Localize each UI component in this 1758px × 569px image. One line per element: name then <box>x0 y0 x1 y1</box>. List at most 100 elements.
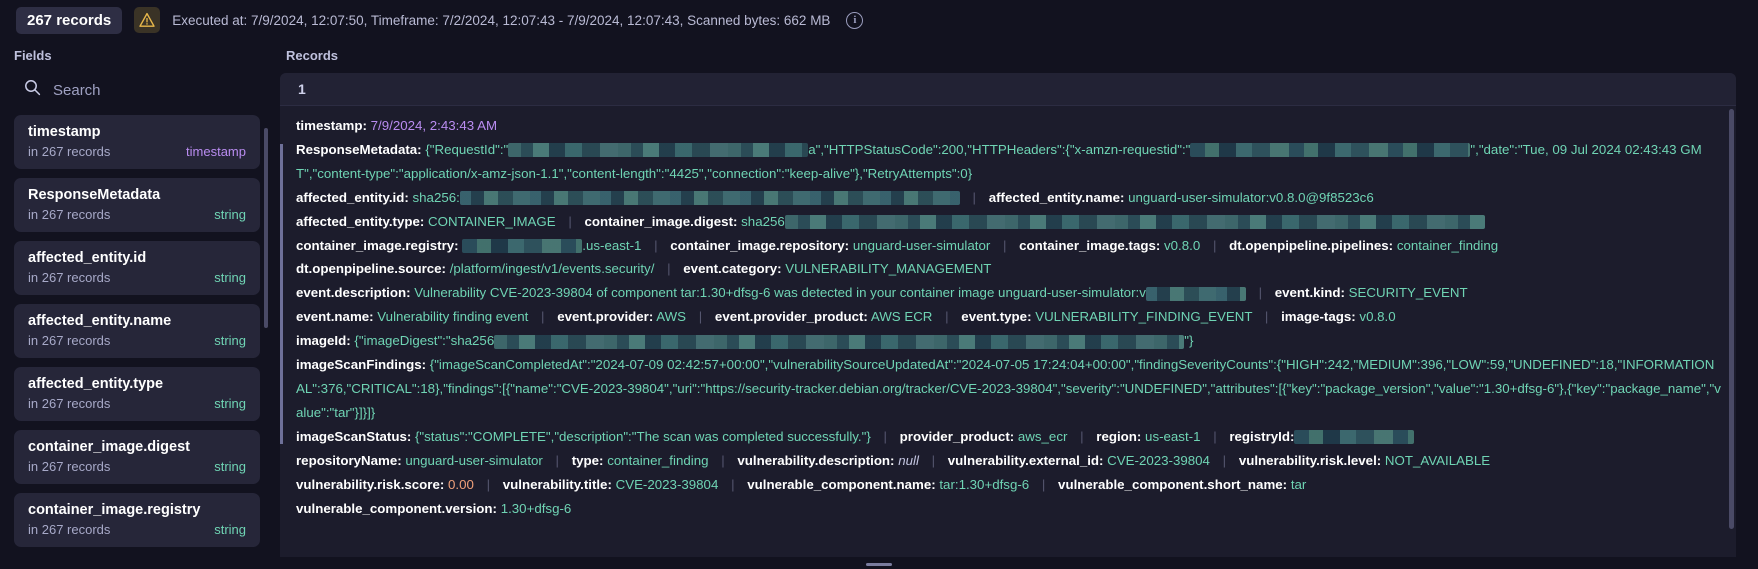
fields-scrollbar[interactable] <box>264 128 268 328</box>
field-key: vulnerability.title: <box>502 476 612 492</box>
field-separator: | <box>945 309 949 325</box>
field-value[interactable]: VULNERABILITY_FINDING_EVENT <box>1035 309 1252 324</box>
field-item-container-image-registry[interactable]: container_image.registry in 267 records … <box>14 493 260 547</box>
field-type: string <box>214 270 246 285</box>
field-key: image-tags: <box>1281 309 1356 325</box>
main-content: Fields timestamp in 267 records timestam… <box>0 40 1758 569</box>
field-separator: | <box>731 476 735 492</box>
field-key: event.kind: <box>1274 285 1345 301</box>
redacted-registry-account <box>462 239 583 254</box>
field-record-count: in 267 records <box>28 144 111 159</box>
field-value[interactable]: {"status":"COMPLETE","description":"The … <box>415 429 871 444</box>
field-name: container_image.digest <box>28 439 190 455</box>
field-key: vulnerable_component.short_name: <box>1058 476 1288 492</box>
field-value[interactable]: NOT_AVAILABLE <box>1385 453 1490 468</box>
field-key: registryId: <box>1229 428 1295 444</box>
field-value[interactable]: sha256: <box>413 190 460 205</box>
redacted-sha256-digest <box>459 191 960 206</box>
field-value[interactable]: .us-east-1 <box>582 238 641 253</box>
field-value[interactable]: container_finding <box>1397 238 1498 253</box>
field-value[interactable]: AWS ECR <box>871 309 933 324</box>
field-separator: | <box>667 261 671 277</box>
record-line-repository-name: repositoryName: unguard-user-simulator |… <box>296 449 1722 473</box>
field-value[interactable]: CONTAINER_IMAGE <box>428 214 556 229</box>
field-value[interactable]: /platform/ingest/v1/events.security/ <box>450 261 655 276</box>
field-value[interactable]: AWS <box>656 309 686 324</box>
field-separator: | <box>931 452 936 468</box>
field-key: affected_entity.type: <box>296 213 425 229</box>
field-name: container_image.registry <box>28 502 201 518</box>
field-key: vulnerability.risk.level: <box>1238 452 1382 468</box>
field-value-part1: {"imageDigest":"sha256 <box>354 333 495 349</box>
field-item-timestamp[interactable]: timestamp in 267 records timestamp <box>14 115 260 169</box>
field-value[interactable]: tar:1.30+dfsg-6 <box>939 477 1029 492</box>
field-value[interactable]: 7/9/2024, 2:43:43 AM <box>371 118 497 133</box>
field-key: vulnerable_component.name: <box>747 476 936 492</box>
field-separator: | <box>555 452 560 468</box>
field-separator: | <box>1222 452 1227 468</box>
field-value[interactable]: VULNERABILITY_MANAGEMENT <box>785 261 991 276</box>
panel-resize-handle[interactable] <box>866 563 892 566</box>
record-line-image-id: imageId: {"imageDigest":"sha256 "} <box>296 329 1722 353</box>
fields-panel: Fields timestamp in 267 records timestam… <box>0 40 272 569</box>
field-type: timestamp <box>186 144 246 159</box>
field-record-count: in 267 records <box>28 396 111 411</box>
field-name: timestamp <box>28 124 101 140</box>
bottom-bar <box>0 557 1758 569</box>
search-input[interactable] <box>53 81 233 99</box>
fields-panel-title: Fields <box>14 48 52 63</box>
field-type: string <box>214 333 246 348</box>
field-value[interactable]: us-east-1 <box>1145 429 1200 444</box>
redacted-registry-id <box>1294 430 1415 445</box>
record-line-event-name: event.name: Vulnerability finding event … <box>296 305 1722 329</box>
field-value[interactable]: unguard-user-simulator <box>405 453 542 468</box>
field-value[interactable]: Vulnerability CVE-2023-39804 of componen… <box>414 285 1146 300</box>
field-key: container_image.digest: <box>584 213 738 229</box>
field-value[interactable]: unguard-user-simulator:v0.8.0@9f8523c6 <box>1128 190 1374 205</box>
field-separator: | <box>1212 237 1217 253</box>
field-value[interactable]: {"imageScanCompletedAt":"2024-07-09 02:4… <box>296 357 1721 420</box>
fields-search-row[interactable] <box>14 73 260 115</box>
field-value[interactable]: CVE-2023-39804 <box>1107 453 1210 468</box>
field-value[interactable]: sha256 <box>741 214 785 229</box>
redacted-image-digest <box>784 215 1485 230</box>
field-name: affected_entity.name <box>28 313 172 329</box>
field-key: event.provider: <box>557 309 654 325</box>
field-value[interactable]: container_finding <box>607 453 708 468</box>
field-value[interactable]: null <box>898 453 919 468</box>
field-value[interactable]: aws_ecr <box>1018 429 1068 444</box>
field-value[interactable]: Vulnerability finding event <box>377 309 528 324</box>
warning-triangle-icon[interactable] <box>134 7 161 33</box>
field-value[interactable]: unguard-user-simulator <box>853 238 990 253</box>
field-key: dt.openpipeline.source: <box>296 261 446 277</box>
record-line-affected-entity-id: affected_entity.id: sha256: | affected_e… <box>296 186 1722 210</box>
field-type: string <box>214 396 246 411</box>
field-separator: | <box>486 476 491 492</box>
field-separator: | <box>1002 237 1007 253</box>
field-key: timestamp: <box>296 118 367 133</box>
field-item-affected-entity-id[interactable]: affected_entity.id in 267 records string <box>14 241 260 295</box>
field-value[interactable]: 0.00 <box>448 477 474 492</box>
field-item-affected-entity-type[interactable]: affected_entity.type in 267 records stri… <box>14 367 260 421</box>
field-value[interactable]: v0.8.0 <box>1359 309 1395 324</box>
field-value[interactable]: 1.30+dfsg-6 <box>501 501 572 516</box>
field-separator: | <box>1258 285 1263 301</box>
field-item-container-image-digest[interactable]: container_image.digest in 267 records st… <box>14 430 260 484</box>
field-name: ResponseMetadata <box>28 187 161 203</box>
field-value[interactable]: CVE-2023-39804 <box>616 477 719 492</box>
field-item-affected-entity-name[interactable]: affected_entity.name in 267 records stri… <box>14 304 260 358</box>
field-value-part1: {"RequestId":" <box>425 141 509 157</box>
info-icon[interactable]: i <box>846 11 864 29</box>
field-value[interactable]: tar <box>1291 477 1307 492</box>
field-key: event.type: <box>961 309 1032 325</box>
field-value[interactable]: SECURITY_EVENT <box>1349 285 1468 300</box>
field-key: imageScanFindings: <box>296 357 427 373</box>
field-item-responsemetadata[interactable]: ResponseMetadata in 267 records string <box>14 178 260 232</box>
records-scrollbar[interactable] <box>1729 109 1734 529</box>
field-value[interactable]: v0.8.0 <box>1164 238 1200 253</box>
records-panel-title: Records <box>286 48 339 63</box>
field-record-count: in 267 records <box>28 207 111 222</box>
field-record-count: in 267 records <box>28 459 111 474</box>
field-key: ResponseMetadata: <box>296 141 422 157</box>
field-key: event.description: <box>296 285 411 301</box>
